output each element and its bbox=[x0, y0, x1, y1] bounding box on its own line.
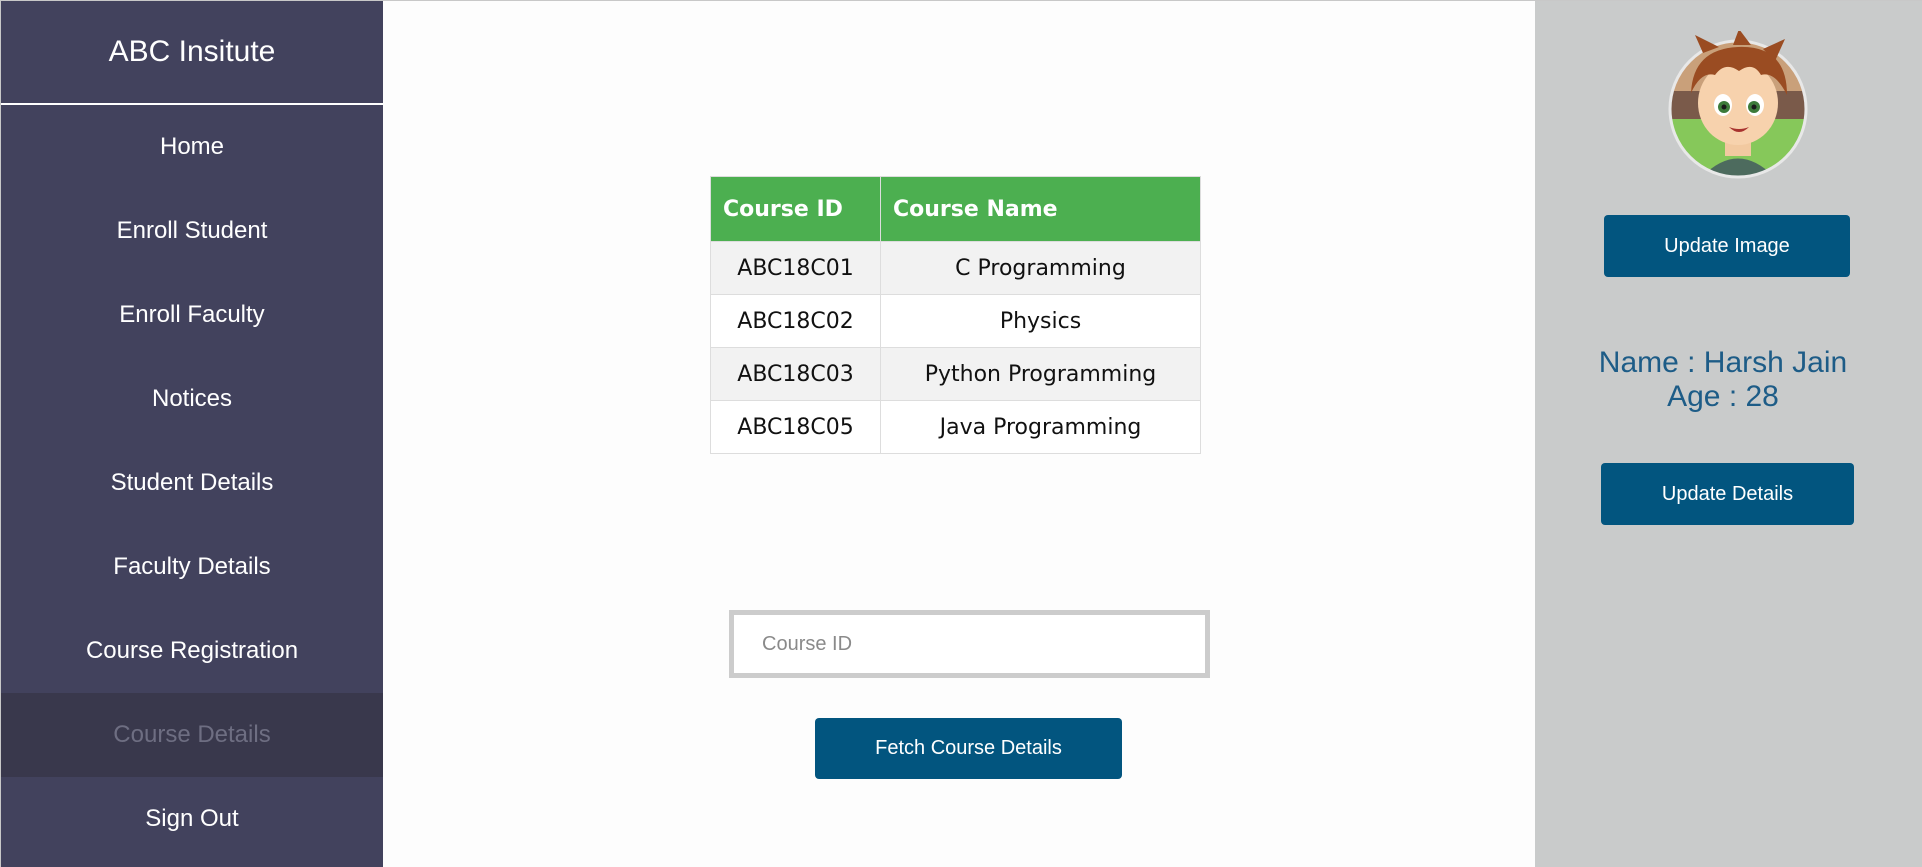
column-header-course-name: Course Name bbox=[880, 176, 1201, 242]
table-header-row: Course ID Course Name bbox=[710, 176, 1201, 242]
profile-age: Age : 28 bbox=[1667, 380, 1779, 413]
sidebar-item-home[interactable]: Home bbox=[1, 105, 383, 189]
course-name-cell: Java Programming bbox=[880, 400, 1201, 454]
page: ABC Insitute Home Enroll Student Enroll … bbox=[0, 0, 1922, 867]
table-row: ABC18C05 Java Programming bbox=[710, 400, 1201, 454]
profile-info: Name : Harsh Jain Age : 28 bbox=[1535, 346, 1911, 414]
main-content: Course ID Course Name ABC18C01 C Program… bbox=[383, 1, 1535, 867]
avatar bbox=[1668, 31, 1808, 179]
profile-name: Name : Harsh Jain bbox=[1598, 346, 1848, 379]
course-id-cell: ABC18C01 bbox=[710, 241, 881, 295]
sidebar-item-course-details[interactable]: Course Details bbox=[1, 693, 383, 777]
sidebar-item-course-registration[interactable]: Course Registration bbox=[1, 609, 383, 693]
sidebar-item-enroll-faculty[interactable]: Enroll Faculty bbox=[1, 273, 383, 357]
course-id-cell: ABC18C03 bbox=[710, 347, 881, 401]
sidebar-item-faculty-details[interactable]: Faculty Details bbox=[1, 525, 383, 609]
sidebar: ABC Insitute Home Enroll Student Enroll … bbox=[1, 1, 383, 867]
sidebar-nav: Home Enroll Student Enroll Faculty Notic… bbox=[1, 105, 383, 861]
update-details-button[interactable]: Update Details bbox=[1601, 463, 1854, 525]
course-id-cell: ABC18C05 bbox=[710, 400, 881, 454]
brand-title: ABC Insitute bbox=[1, 1, 383, 105]
profile-panel: Update Image Name : Harsh Jain Age : 28 … bbox=[1535, 1, 1922, 867]
column-header-course-id: Course ID bbox=[710, 176, 881, 242]
sidebar-item-student-details[interactable]: Student Details bbox=[1, 441, 383, 525]
sidebar-item-enroll-student[interactable]: Enroll Student bbox=[1, 189, 383, 273]
fetch-course-details-button[interactable]: Fetch Course Details bbox=[815, 718, 1122, 779]
table-row: ABC18C02 Physics bbox=[710, 294, 1201, 348]
sidebar-item-sign-out[interactable]: Sign Out bbox=[1, 777, 383, 861]
course-name-cell: Python Programming bbox=[880, 347, 1201, 401]
course-name-cell: C Programming bbox=[880, 241, 1201, 295]
course-id-input[interactable] bbox=[729, 610, 1210, 678]
course-table: Course ID Course Name ABC18C01 C Program… bbox=[710, 176, 1201, 454]
course-name-cell: Physics bbox=[880, 294, 1201, 348]
update-image-button[interactable]: Update Image bbox=[1604, 215, 1850, 277]
sidebar-item-notices[interactable]: Notices bbox=[1, 357, 383, 441]
table-row: ABC18C03 Python Programming bbox=[710, 347, 1201, 401]
table-row: ABC18C01 C Programming bbox=[710, 241, 1201, 295]
course-id-cell: ABC18C02 bbox=[710, 294, 881, 348]
